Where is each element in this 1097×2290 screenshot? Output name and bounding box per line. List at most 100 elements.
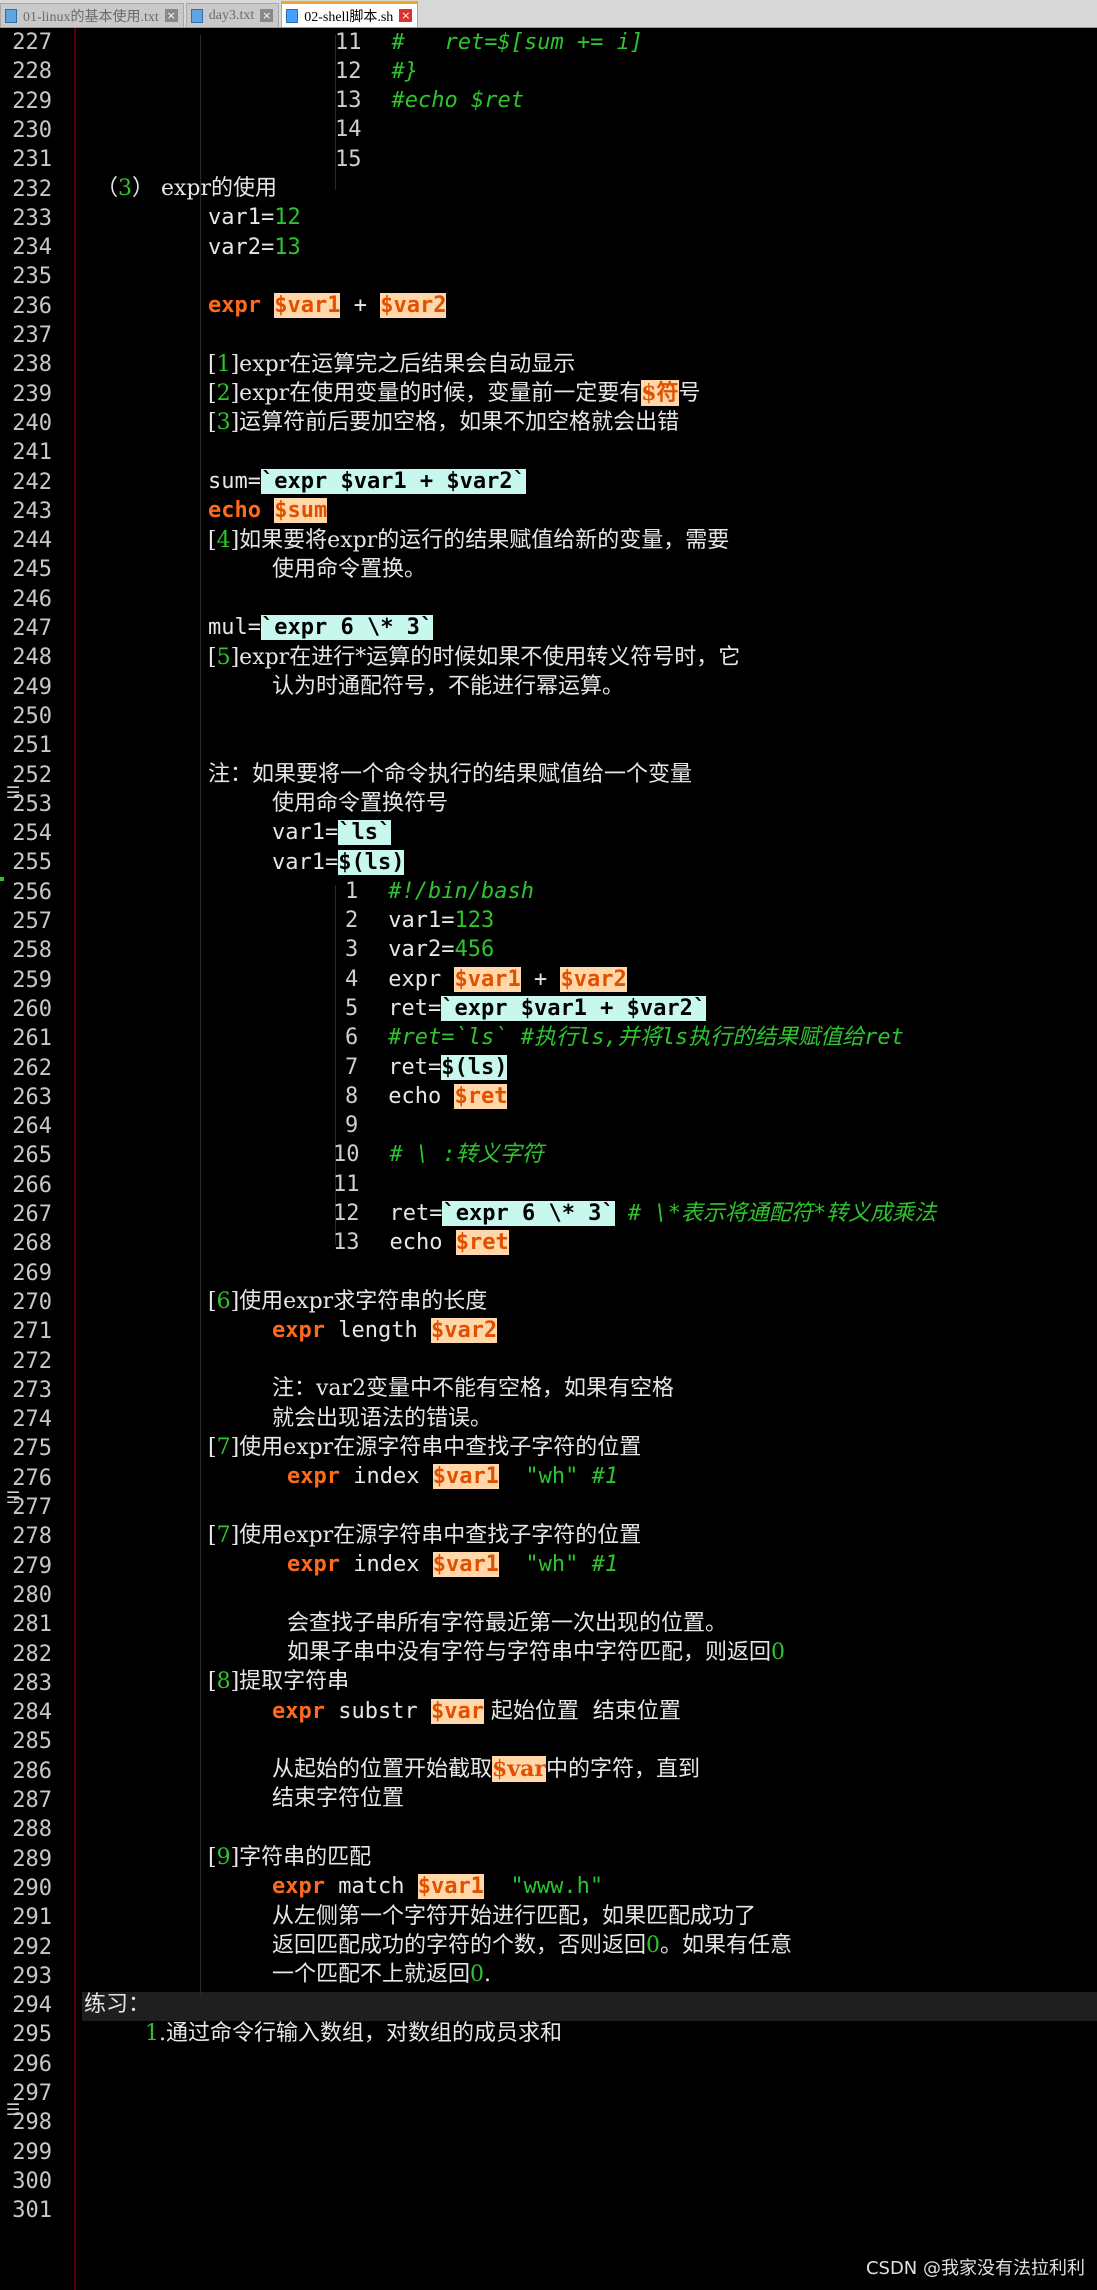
text: （ xyxy=(96,176,119,201)
text-number: 2 xyxy=(216,381,231,406)
fold-marker-icon[interactable]: ☰ xyxy=(6,2100,24,2119)
backtick-highlight: `ls` xyxy=(338,820,392,845)
text-number: 7 xyxy=(216,1435,231,1460)
variable-highlight: $var xyxy=(492,1756,546,1782)
text-number: 7 xyxy=(216,1523,231,1548)
inner-line-number: 4 xyxy=(345,967,359,992)
inner-line-number: 3 xyxy=(345,937,359,962)
code-comment: #} xyxy=(391,59,419,84)
code-number: 123 xyxy=(454,908,495,933)
code-editor[interactable]: 11 # ret=$[sum += i] 12 #} 13 #echo $ret 14… xyxy=(0,0,1097,2290)
code-text: substr xyxy=(324,1699,431,1724)
text: 中的字符，直到 xyxy=(545,1757,700,1782)
text: ]如果要将expr的运行的结果赋值给新的变量，需要 xyxy=(230,528,730,553)
text: [ xyxy=(208,528,217,553)
text: 从左侧第一个字符开始进行匹配，如果匹配成功了 xyxy=(272,1904,757,1929)
code-keyword: expr xyxy=(208,293,261,318)
code-number: 12 xyxy=(274,205,301,230)
text: 一个匹配不上就返回 xyxy=(272,1962,471,1987)
text: ]字符串的匹配 xyxy=(230,1845,372,1870)
inner-line-number: 15 xyxy=(335,147,362,172)
code-keyword: expr xyxy=(272,1874,325,1899)
text: 返回匹配成功的字符的个数，否则返回 xyxy=(272,1933,647,1958)
code-text: ret= xyxy=(389,1201,443,1226)
text: 注：如果要将一个命令执行的结果赋值给一个变量 xyxy=(208,762,693,787)
text: [ xyxy=(208,645,217,670)
code-string: "wh" xyxy=(498,1464,592,1489)
text: . xyxy=(484,1962,492,1987)
code-text: + xyxy=(520,967,561,992)
code-number: 456 xyxy=(454,937,495,962)
code-text: var2= xyxy=(388,937,455,962)
text-number: 5 xyxy=(216,645,231,670)
text: 号 xyxy=(678,381,701,406)
inner-line-number: 8 xyxy=(345,1084,359,1109)
variable-highlight: $ret xyxy=(455,1230,509,1255)
code-comment: #!/bin/bash xyxy=(388,879,534,904)
inner-line-number: 9 xyxy=(345,1113,359,1138)
text-number: 0 xyxy=(646,1933,661,1958)
code-comment: #echo $ret xyxy=(391,88,524,113)
code-text: var1= xyxy=(388,908,455,933)
inner-line-number: 11 xyxy=(335,30,362,55)
watermark: CSDN @我家没有法拉利利 xyxy=(865,2258,1085,2279)
code-text: length xyxy=(324,1318,431,1343)
code-string: "www.h" xyxy=(483,1874,604,1899)
backtick-highlight: `expr 6 \* 3` xyxy=(442,1201,615,1226)
change-marker xyxy=(0,877,4,881)
code-comment: #1 xyxy=(591,1464,619,1489)
inner-line-number: 12 xyxy=(335,59,362,84)
code-text: ret= xyxy=(388,1055,442,1080)
variable-highlight: $var1 xyxy=(274,293,341,318)
variable-highlight: $var xyxy=(430,1699,484,1724)
variable-highlight: $var1 xyxy=(432,1464,499,1489)
indent-guide xyxy=(200,35,201,1995)
code-keyword: expr xyxy=(272,1318,325,1343)
inner-line-number: 6 xyxy=(345,1025,359,1050)
inner-line-number: 11 xyxy=(333,1172,360,1197)
code-text: sum= xyxy=(208,469,261,494)
inner-line-number: 5 xyxy=(345,996,359,1021)
code-comment: #ret=`ls` #执行ls,并将ls执行的结果赋值给ret xyxy=(388,1025,904,1050)
code-text: mul= xyxy=(208,615,261,640)
text-number: 3 xyxy=(118,176,133,201)
inner-line-number: 12 xyxy=(333,1201,360,1226)
code-keyword: echo xyxy=(208,498,261,523)
section-heading: 练习： xyxy=(84,1992,151,2017)
inner-line-number: 1 xyxy=(345,879,359,904)
text: ]expr在进行*运算的时候如果不使用转义符号时，它 xyxy=(230,645,741,670)
variable-highlight: $var1 xyxy=(417,1874,484,1899)
text-number: 4 xyxy=(216,528,231,553)
inner-line-number: 10 xyxy=(333,1142,360,1167)
variable-highlight: $var2 xyxy=(430,1318,498,1343)
text: [ xyxy=(208,1435,217,1460)
code-comment: # \ :转义字符 xyxy=(389,1142,544,1167)
code-comment: # \*表示将通配符*转义成乘法 xyxy=(614,1201,937,1226)
text: 使用命令置换符号 xyxy=(272,791,449,816)
text: 会查找子串所有字符最近第一次出现的位置。 xyxy=(287,1611,728,1636)
text: .通过命令行输入数组，对数组的成员求和 xyxy=(159,2021,562,2046)
variable-highlight: $var2 xyxy=(380,293,447,318)
text: 从起始的位置开始截取 xyxy=(272,1757,493,1782)
text: 就会出现语法的错误。 xyxy=(272,1406,493,1431)
fold-marker-icon[interactable]: ☰ xyxy=(6,1488,24,1507)
text-number: 0 xyxy=(771,1640,786,1665)
text: 。如果有任意 xyxy=(660,1933,793,1958)
text-number: 1 xyxy=(216,352,231,377)
text: ]使用expr在源字符串中查找子字符的位置 xyxy=(230,1435,642,1460)
code-text: ret= xyxy=(388,996,442,1021)
variable-highlight: $ret xyxy=(454,1084,508,1109)
text: ]expr在运算完之后结果会自动显示 xyxy=(230,352,576,377)
inner-line-number: 2 xyxy=(345,908,359,933)
code-text: echo xyxy=(389,1230,456,1255)
text: 注：var2变量中不能有空格，如果有空格 xyxy=(272,1376,675,1401)
text-number: 8 xyxy=(216,1669,231,1694)
text: 起始位置 结束位置 xyxy=(483,1699,681,1724)
text: [ xyxy=(208,410,217,435)
code-text: var1= xyxy=(208,205,275,230)
inner-line-number: 13 xyxy=(335,88,362,113)
fold-marker-icon[interactable]: ☰ xyxy=(6,783,24,802)
text: 认为时通配符号，不能进行幂运算。 xyxy=(272,674,625,699)
variable-highlight: $var2 xyxy=(560,967,627,992)
code-text: var1= xyxy=(272,820,339,845)
